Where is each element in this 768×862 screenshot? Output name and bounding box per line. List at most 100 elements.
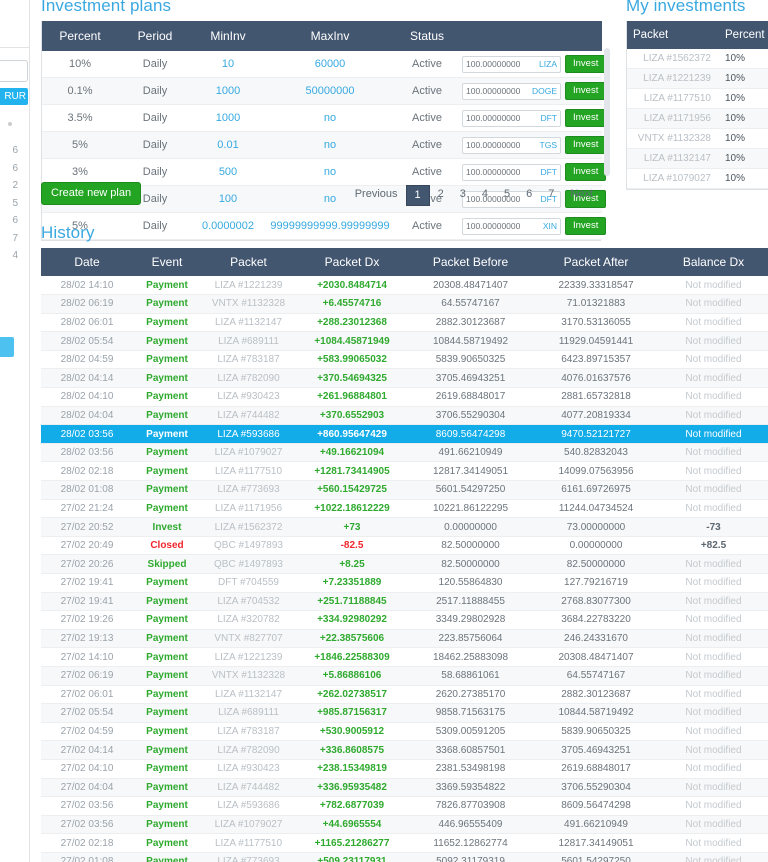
table-row[interactable]: 28/02 03:56 Payment LIZA #593686 +860.95647…	[41, 424, 768, 444]
pagination-next[interactable]: Next	[562, 185, 601, 206]
table-row[interactable]: 28/02 06:19 Payment VNTX #1132328 +6.455747…	[41, 294, 768, 314]
history-event: Payment	[133, 406, 201, 426]
amount-input[interactable]: 100.00000000 DFT	[462, 163, 561, 181]
create-new-plan-button[interactable]: Create new plan	[41, 182, 142, 205]
my-investments-head: Packet Percent	[627, 21, 768, 49]
table-row[interactable]: 27/02 03:56 Payment LIZA #593686 +782.68770…	[41, 796, 768, 816]
table-row[interactable]: 28/02 04:10 Payment LIZA #930423 +261.96884…	[41, 387, 768, 407]
pagination-page-5[interactable]: 5	[496, 185, 518, 206]
pagination-page-1[interactable]: 1	[405, 185, 430, 206]
table-row[interactable]: 27/02 04:10 Payment LIZA #930423 +238.15349…	[41, 759, 768, 779]
rail-color-swatch[interactable]	[0, 337, 14, 357]
investment-packet: LIZA #1079027	[627, 168, 719, 189]
table-row[interactable]: 27/02 02:18 Payment LIZA #1177510 +1165.212…	[41, 833, 768, 853]
history-date: 28/02 04:10	[41, 387, 133, 407]
plan-status: Active	[396, 104, 458, 132]
table-row: 0.1% Daily 1000 50000000 Active 100.00000000 D…	[42, 77, 607, 105]
table-row[interactable]: 27/02 20:49 Closed QBC #1497893 -82.5 82.500…	[41, 536, 768, 556]
table-row[interactable]: 27/02 19:41 Payment DFT #704559 +7.23351889…	[41, 573, 768, 593]
table-row[interactable]: 28/02 03:56 Payment LIZA #1079027 +49.16621…	[41, 443, 768, 463]
history-date: 27/02 14:10	[41, 647, 133, 667]
history-packet-before: 18462.25883098	[408, 647, 533, 667]
table-row: LIZA #1221239 10%	[627, 68, 768, 89]
packet-dx-value: +530.9005912	[319, 726, 385, 738]
amount-input[interactable]: 100.00000000 DFT	[462, 109, 561, 127]
rail-number: 6	[12, 162, 18, 174]
event-label: Skipped	[147, 558, 187, 570]
amount-input[interactable]: 100.00000000 TGS	[462, 136, 561, 154]
packet-dx-value: +560.15429725	[317, 484, 387, 496]
table-row[interactable]: 28/02 05:54 Payment LIZA #689111 +1084.4587…	[41, 331, 768, 351]
investment-plans-body: 10% Daily 10 60000 Active 100.00000000 LIZA Inv…	[42, 51, 607, 240]
amount-input[interactable]: 100.00000000 DOGE	[462, 82, 561, 100]
history-packet-before: 20308.48471407	[408, 276, 533, 296]
history-packet-before: 3368.60857501	[408, 740, 533, 760]
table-row[interactable]: 27/02 19:41 Payment LIZA #704532 +251.71188…	[41, 592, 768, 612]
history-packet-before: 3705.46943251	[408, 368, 533, 389]
col-balance-dx: Balance Dx	[659, 248, 768, 276]
event-label: Payment	[146, 409, 188, 421]
invest-button[interactable]: Invest	[565, 82, 607, 100]
invest-button[interactable]: Invest	[565, 163, 607, 181]
pagination-page-6[interactable]: 6	[518, 185, 540, 206]
table-row[interactable]: 27/02 06:01 Payment LIZA #1132147 +262.0273…	[41, 685, 768, 705]
table-row[interactable]: 27/02 20:52 Invest LIZA #1562372 +73 0.00000…	[41, 517, 768, 537]
history-packet-before: 10844.58719492	[408, 331, 533, 351]
event-label: Payment	[146, 298, 188, 310]
table-row[interactable]: 27/02 06:19 Payment VNTX #1132328 +5.868861…	[41, 666, 768, 686]
history-date: 27/02 19:41	[41, 592, 133, 612]
table-row[interactable]: 28/02 04:14 Payment LIZA #782090 +370.54694…	[41, 368, 768, 389]
table-row[interactable]: 27/02 14:10 Payment LIZA #1221239 +1846.225…	[41, 647, 768, 667]
table-row[interactable]: 27/02 03:56 Payment LIZA #1079027 +44.69655…	[41, 815, 768, 835]
table-row[interactable]: 28/02 01:08 Payment LIZA #773693 +560.15429…	[41, 480, 768, 500]
table-row[interactable]: 27/02 21:24 Payment LIZA #1171956 +1022.186…	[41, 499, 768, 519]
rail-input-box[interactable]	[0, 60, 28, 82]
amount-input[interactable]: 100.00000000 LIZA	[462, 55, 561, 73]
table-row[interactable]: 27/02 04:04 Payment LIZA #744482 +336.95935…	[41, 778, 768, 798]
table-row[interactable]: 28/02 06:01 Payment LIZA #1132147 +288.2301…	[41, 313, 768, 333]
invest-button[interactable]: Invest	[565, 55, 607, 73]
history-packet-after: 9470.52121727	[533, 424, 659, 444]
table-row[interactable]: 28/02 14:10 Payment LIZA #1221239 +2030.848…	[41, 276, 768, 296]
history-date: 27/02 04:10	[41, 759, 133, 779]
investment-packet: LIZA #1221239	[627, 68, 719, 89]
event-label: Payment	[146, 502, 188, 514]
history-balance-dx: Not modified	[659, 833, 768, 853]
table-row[interactable]: 27/02 20:26 Skipped QBC #1497893 +8.25 82.50…	[41, 554, 768, 574]
table-row[interactable]: 27/02 01:08 Payment LIZA #773693 +509.23117…	[41, 852, 768, 862]
invest-button[interactable]: Invest	[565, 136, 607, 154]
plans-scrollbar[interactable]	[604, 48, 610, 176]
pagination-page-7[interactable]: 7	[540, 185, 562, 206]
history-date: 28/02 04:14	[41, 368, 133, 389]
col-date: Date	[41, 248, 133, 276]
table-row[interactable]: 27/02 19:26 Payment LIZA #320782 +334.92980…	[41, 610, 768, 630]
packet-dx-value: +238.15349819	[317, 763, 387, 775]
currency-button[interactable]: RUR	[0, 88, 28, 105]
pagination-previous[interactable]: Previous	[347, 185, 406, 206]
packet-dx-value: +985.87156317	[317, 707, 387, 719]
pagination-page-4[interactable]: 4	[474, 185, 496, 206]
event-label: Payment	[146, 428, 188, 440]
event-label: Payment	[146, 279, 188, 291]
table-row: LIZA #1132147 10%	[627, 148, 768, 169]
packet-dx-value: +2030.8484714	[317, 279, 387, 291]
currency-label: DFT	[540, 167, 557, 177]
table-row[interactable]: 27/02 04:59 Payment LIZA #783187 +530.90059…	[41, 722, 768, 742]
event-label: Payment	[146, 484, 188, 496]
history-date: 28/02 01:08	[41, 480, 133, 500]
table-row: LIZA #1171956 10%	[627, 108, 768, 129]
table-row[interactable]: 28/02 04:59 Payment LIZA #783187 +583.99065…	[41, 350, 768, 370]
history-date: 28/02 03:56	[41, 424, 133, 444]
table-row[interactable]: 27/02 05:54 Payment LIZA #689111 +985.87156…	[41, 703, 768, 723]
history-packet-before: 120.55864830	[408, 573, 533, 593]
invest-button[interactable]: Invest	[565, 109, 607, 127]
table-row[interactable]: 28/02 04:04 Payment LIZA #744482 +370.65529…	[41, 406, 768, 426]
table-row[interactable]: 28/02 02:18 Payment LIZA #1177510 +1281.734…	[41, 461, 768, 482]
table-row[interactable]: 27/02 19:13 Payment VNTX #827707 +22.385756…	[41, 629, 768, 649]
pagination-page-3[interactable]: 3	[452, 185, 474, 206]
history-packet-dx: +238.15349819	[296, 759, 408, 779]
history-packet: VNTX #1132328	[201, 666, 296, 686]
pagination-page-2[interactable]: 2	[430, 185, 452, 206]
table-row[interactable]: 27/02 04:14 Payment LIZA #782090 +336.86085…	[41, 740, 768, 760]
history-date: 27/02 20:52	[41, 517, 133, 537]
